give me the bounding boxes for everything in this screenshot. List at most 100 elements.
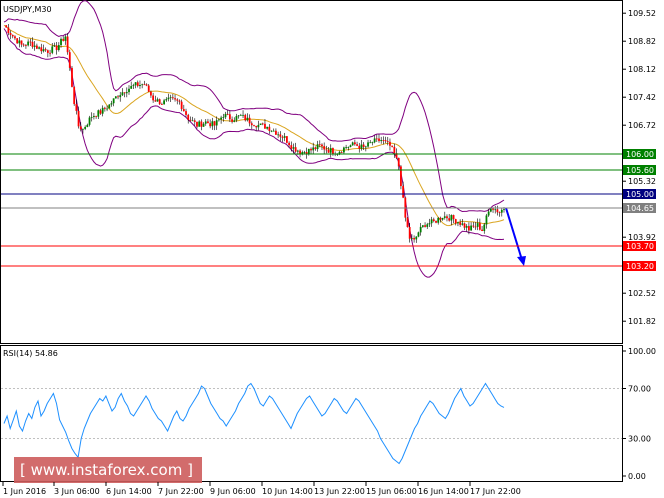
candle-body <box>391 145 394 147</box>
candle-body <box>163 100 165 105</box>
candle-body <box>270 130 273 132</box>
candle-body <box>353 142 356 145</box>
candle-body <box>143 84 146 86</box>
candle-body <box>498 212 501 213</box>
candle-body <box>7 27 10 34</box>
candle-body <box>264 123 266 129</box>
price-tick-label: 105.32 <box>628 177 656 186</box>
candle-body <box>321 144 323 147</box>
price-tick-label: 102.52 <box>628 289 656 298</box>
candle-body <box>108 104 111 109</box>
candle-body <box>178 100 181 102</box>
candle-body <box>277 134 280 136</box>
candle-body <box>307 148 310 155</box>
candle-body <box>33 45 36 47</box>
candle-body <box>169 97 172 99</box>
candle-body <box>101 107 104 114</box>
candle-body <box>446 216 448 219</box>
price-tick-label: 106.72 <box>628 121 656 130</box>
candle-body <box>375 138 378 140</box>
candle-body <box>465 226 468 228</box>
candle-body <box>483 224 486 231</box>
candle-body <box>261 123 264 125</box>
candle-body <box>316 144 319 150</box>
candle-body <box>500 209 503 213</box>
rsi-tick-label: 30.00 <box>628 435 651 444</box>
candle-body <box>222 117 225 118</box>
price-level-label: 104.65 <box>626 204 654 213</box>
candle-body <box>73 86 76 105</box>
candle-body <box>211 121 214 127</box>
candle-body <box>180 101 183 110</box>
candle-body <box>347 146 350 148</box>
candle-body <box>242 114 244 116</box>
candle-body <box>301 152 304 154</box>
price-panel <box>0 0 623 344</box>
candle-body <box>93 115 95 117</box>
candle-body <box>114 96 117 99</box>
candle-body <box>378 138 380 142</box>
candle-body <box>239 114 242 116</box>
candle-body <box>325 149 328 151</box>
candle-body <box>435 220 437 223</box>
time-tick-label: 15 Jun 06:00 <box>366 487 417 496</box>
candle-body <box>176 99 179 101</box>
candle-body <box>167 97 170 100</box>
candle-body <box>130 86 133 89</box>
candle-body <box>189 119 192 121</box>
candle-body <box>71 67 73 87</box>
candle-body <box>443 216 446 218</box>
candle-body <box>187 114 190 120</box>
candle-body <box>255 125 258 128</box>
candle-body <box>134 82 137 86</box>
candle-body <box>84 126 87 129</box>
candle-body <box>244 114 247 121</box>
candle-body <box>437 217 440 223</box>
candle-body <box>283 136 286 138</box>
candle-body <box>253 125 255 126</box>
candle-body <box>279 134 282 137</box>
candle-body <box>29 41 32 43</box>
candle-body <box>457 222 459 224</box>
candle-body <box>250 123 253 126</box>
time-tick-label: 9 Jun 06:00 <box>210 487 256 496</box>
candle-body <box>417 232 420 237</box>
candle-body <box>463 223 466 228</box>
candle-body <box>268 126 271 131</box>
candle-body <box>450 215 453 221</box>
candle-body <box>478 223 481 230</box>
candle-body <box>55 45 58 51</box>
candle-body <box>408 227 411 239</box>
candle-body <box>310 148 312 151</box>
candle-body <box>351 142 354 146</box>
rsi-tick-label: 70.00 <box>628 385 651 394</box>
candle-body <box>106 108 108 110</box>
candle-body <box>454 219 457 224</box>
candle-body <box>382 140 385 141</box>
candle-body <box>14 36 16 39</box>
candle-body <box>487 211 490 216</box>
candle-body <box>215 120 218 126</box>
candle-body <box>75 104 78 111</box>
candle-body <box>369 142 372 144</box>
candle-body <box>158 99 161 105</box>
candle-body <box>152 95 155 101</box>
candle-body <box>290 145 293 149</box>
candle-body <box>461 223 464 225</box>
candle-body <box>332 148 334 154</box>
candle-body <box>86 124 89 127</box>
candle-body <box>141 84 144 86</box>
candle-body <box>207 121 209 124</box>
candle-body <box>373 138 376 143</box>
candle-body <box>97 110 100 117</box>
price-tick-label: 108.12 <box>628 65 656 74</box>
candle-body <box>18 40 21 44</box>
candle-body <box>90 116 93 118</box>
candle-body <box>413 237 415 240</box>
candle-body <box>371 142 374 144</box>
candle-body <box>303 152 306 153</box>
candle-body <box>318 144 321 146</box>
candle-body <box>110 103 113 105</box>
candle-body <box>103 107 106 109</box>
rsi-title: RSI(14) 54.86 <box>3 349 58 358</box>
